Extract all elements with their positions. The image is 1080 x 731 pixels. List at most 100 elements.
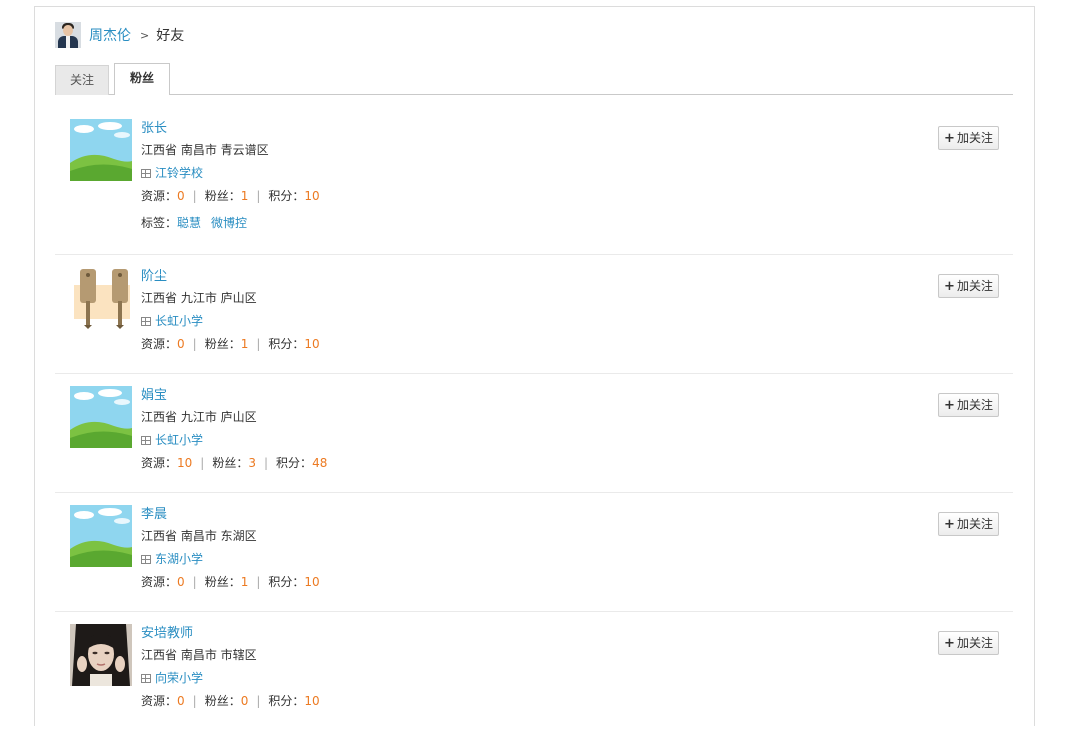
resources-count: 0 (177, 189, 185, 203)
fans-label: 粉丝： (204, 575, 241, 589)
fan-location: 江西省 南昌市 市辖区 (141, 648, 257, 662)
stat-separator: | (192, 337, 197, 351)
fan-school-row: 向荣小学 (141, 667, 320, 690)
landscape-avatar[interactable] (70, 119, 132, 181)
fan-info: 娟宝 江西省 九江市 庐山区 长虹小学 资源：10 | 粉丝：3 | 积分：48 (141, 386, 327, 475)
fan-school-row: 东湖小学 (141, 548, 320, 571)
resources-count: 0 (177, 575, 185, 589)
fans-label: 粉丝： (204, 189, 241, 203)
fan-school-link[interactable]: 东湖小学 (155, 552, 203, 566)
fan-name-link[interactable]: 阶尘 (141, 267, 320, 287)
fan-stats: 资源：0 | 粉丝：1 | 积分：10 (141, 333, 320, 356)
stat-separator: | (256, 189, 261, 203)
stat-separator: | (192, 694, 197, 708)
points-count: 48 (312, 456, 328, 470)
resources-count: 10 (177, 456, 193, 470)
add-follow-button[interactable]: + 加关注 (938, 126, 999, 150)
fan-info: 阶尘 江西省 九江市 庐山区 长虹小学 资源：0 | 粉丝：1 | 积分：10 (141, 267, 320, 356)
add-follow-button[interactable]: + 加关注 (938, 512, 999, 536)
tab-bar: 关注 粉丝 (55, 63, 1013, 95)
fan-school-link[interactable]: 长虹小学 (155, 314, 203, 328)
landscape-avatar[interactable] (70, 386, 132, 448)
fan-school-link[interactable]: 向荣小学 (155, 671, 203, 685)
fans-list: 张长 江西省 南昌市 青云谱区 江铃学校 资源：0 | 粉丝：1 | 积分：10 标签：… (55, 107, 1013, 731)
fan-school-link[interactable]: 江铃学校 (155, 166, 203, 180)
tab-following[interactable]: 关注 (55, 65, 109, 95)
stat-separator: | (256, 575, 261, 589)
points-count: 10 (304, 337, 320, 351)
points-count: 10 (304, 575, 320, 589)
fan-tags: 标签：聪慧 微博控 (141, 208, 320, 238)
fan-stats: 资源：0 | 粉丝：1 | 积分：10 (141, 571, 320, 594)
fan-school-row: 江铃学校 (141, 162, 320, 185)
landscape-avatar[interactable] (70, 505, 132, 567)
fan-location: 江西省 九江市 庐山区 (141, 291, 257, 305)
add-follow-button[interactable]: + 加关注 (938, 393, 999, 417)
resources-label: 资源： (141, 456, 178, 470)
fan-school-row: 长虹小学 (141, 310, 320, 333)
tab-fans[interactable]: 粉丝 (114, 63, 170, 95)
portrait-photo-avatar[interactable] (70, 624, 132, 686)
resources-count: 0 (177, 337, 185, 351)
building-icon (141, 169, 151, 178)
stat-separator: | (256, 337, 261, 351)
fans-label: 粉丝： (204, 694, 241, 708)
fan-name-link[interactable]: 张长 (141, 119, 320, 139)
friends-panel: 周杰伦 > 好友 关注 粉丝 张长 江西省 南昌市 青云谱区 江铃学校 资源：0… (34, 6, 1035, 726)
points-label: 积分： (268, 694, 305, 708)
building-icon (141, 555, 151, 564)
fans-count: 1 (240, 337, 249, 351)
resources-label: 资源： (141, 189, 178, 203)
points-label: 积分： (276, 456, 313, 470)
fans-count: 1 (240, 575, 249, 589)
fan-list-item: 李晨 江西省 南昌市 东湖区 东湖小学 资源：0 | 粉丝：1 | 积分：10 + 加关注 (55, 493, 1013, 612)
fans-label: 粉丝： (212, 456, 249, 470)
breadcrumb-current-page: 好友 (156, 28, 185, 44)
fan-list-item: 张长 江西省 南昌市 青云谱区 江铃学校 资源：0 | 粉丝：1 | 积分：10 标签：… (55, 107, 1013, 255)
tags-label: 标签： (141, 216, 178, 230)
breadcrumb: 周杰伦 > 好友 (55, 21, 184, 49)
tag-link[interactable]: 微博控 (211, 216, 247, 230)
user-avatar[interactable] (55, 22, 81, 48)
fan-name-link[interactable]: 李晨 (141, 505, 320, 525)
fan-school-link[interactable]: 长虹小学 (155, 433, 203, 447)
breadcrumb-separator: > (140, 28, 150, 42)
fan-info: 李晨 江西省 南昌市 东湖区 东湖小学 资源：0 | 粉丝：1 | 积分：10 (141, 505, 320, 594)
fan-list-item: 安培教师 江西省 南昌市 市辖区 向荣小学 资源：0 | 粉丝：0 | 积分：10 + 加… (55, 612, 1013, 731)
points-label: 积分： (268, 189, 305, 203)
breadcrumb-user-link[interactable]: 周杰伦 (89, 25, 131, 45)
fans-count: 0 (240, 694, 249, 708)
resources-label: 资源： (141, 575, 178, 589)
resources-label: 资源： (141, 337, 178, 351)
stat-separator: | (264, 456, 269, 470)
fan-location: 江西省 南昌市 东湖区 (141, 529, 257, 543)
keys-avatar[interactable] (70, 267, 132, 329)
stat-separator: | (256, 694, 261, 708)
points-count: 10 (304, 694, 320, 708)
fans-count: 3 (248, 456, 256, 470)
points-label: 积分： (268, 575, 305, 589)
add-follow-button[interactable]: + 加关注 (938, 274, 999, 298)
fan-stats: 资源：0 | 粉丝：0 | 积分：10 (141, 690, 320, 713)
fan-location: 江西省 九江市 庐山区 (141, 410, 257, 424)
fan-location: 江西省 南昌市 青云谱区 (141, 143, 269, 157)
building-icon (141, 674, 151, 683)
resources-count: 0 (177, 694, 185, 708)
resources-label: 资源： (141, 694, 178, 708)
points-count: 10 (304, 189, 320, 203)
fan-name-link[interactable]: 娟宝 (141, 386, 327, 406)
stat-separator: | (200, 456, 205, 470)
fan-stats: 资源：10 | 粉丝：3 | 积分：48 (141, 452, 327, 475)
stat-separator: | (192, 189, 197, 203)
tag-link[interactable]: 聪慧 (177, 216, 201, 230)
building-icon (141, 436, 151, 445)
fan-list-item: 阶尘 江西省 九江市 庐山区 长虹小学 资源：0 | 粉丝：1 | 积分：10 + 加关注 (55, 255, 1013, 374)
building-icon (141, 317, 151, 326)
fan-name-link[interactable]: 安培教师 (141, 624, 320, 644)
fan-list-item: 娟宝 江西省 九江市 庐山区 长虹小学 资源：10 | 粉丝：3 | 积分：48 + 加关… (55, 374, 1013, 493)
fan-stats: 资源：0 | 粉丝：1 | 积分：10 (141, 185, 320, 208)
fan-info: 安培教师 江西省 南昌市 市辖区 向荣小学 资源：0 | 粉丝：0 | 积分：10 (141, 624, 320, 713)
fans-label: 粉丝： (204, 337, 241, 351)
stat-separator: | (192, 575, 197, 589)
add-follow-button[interactable]: + 加关注 (938, 631, 999, 655)
